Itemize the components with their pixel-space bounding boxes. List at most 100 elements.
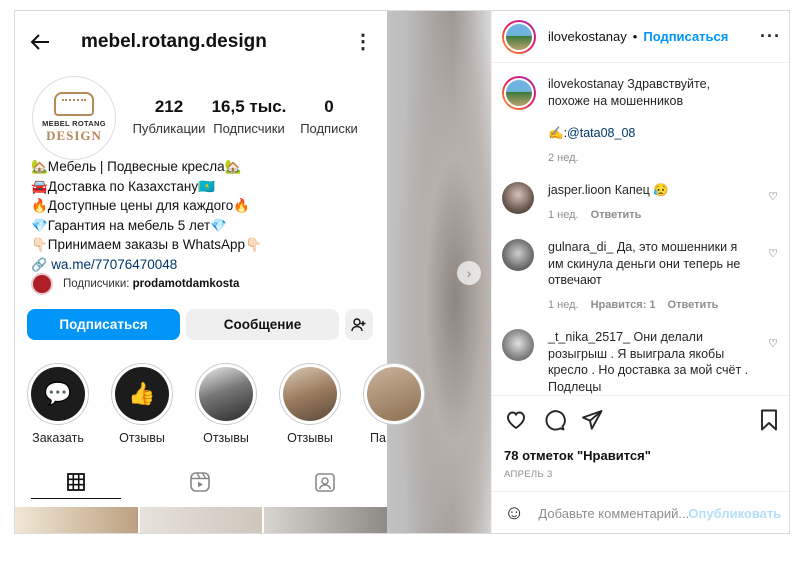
followed-by-name: prodamotdamkosta xyxy=(132,278,240,290)
caption-username[interactable]: ilovekostanay xyxy=(548,77,624,91)
stat-followers: 16,5 тыс. Подписчики xyxy=(209,97,289,136)
followed-by-prefix: Подписчики: xyxy=(63,278,133,290)
highlight-item: Отзывы xyxy=(195,363,257,445)
post-actions: 78 отметок "Нравится" АПРЕЛЬ 3 xyxy=(492,395,789,480)
highlight-item: 💬 Заказать xyxy=(27,363,89,445)
highlight-label: Заказать xyxy=(32,431,84,445)
grid-post-thumbnail xyxy=(264,507,388,533)
thumbs-up-icon: 👍 xyxy=(115,367,169,421)
highlight-label: Отзывы xyxy=(203,431,249,445)
highlight-photo xyxy=(367,367,421,421)
bio-line: 🔥Доступные цены для каждого🔥 xyxy=(31,198,251,213)
logo-text-line2: DESIGN xyxy=(46,128,102,143)
share-icon[interactable] xyxy=(580,408,604,432)
back-arrow-icon xyxy=(30,34,49,50)
link-icon: 🔗 xyxy=(31,256,48,272)
separator-dot: • xyxy=(632,29,638,44)
add-comment-bar: ☺ Опубликовать xyxy=(492,491,789,533)
highlight-item: 👍 Отзывы xyxy=(111,363,173,445)
grid-icon xyxy=(67,473,86,491)
instagram-post-frame: mebel.rotang.design ⋮ MEBEL ROTANG DESIG… xyxy=(14,10,790,534)
profile-top-bar: mebel.rotang.design ⋮ xyxy=(29,29,373,55)
profile-screenshot: mebel.rotang.design ⋮ MEBEL ROTANG DESIG… xyxy=(15,11,425,533)
follow-button[interactable]: Подписаться xyxy=(643,29,728,44)
tagged-icon xyxy=(314,473,335,492)
comment-input[interactable] xyxy=(538,506,689,521)
more-options-icon[interactable]: ··· xyxy=(760,26,781,47)
comment-text: Капец 😥 xyxy=(611,183,669,197)
profile-bio: 🏡Мебель | Подвесные кресла🏡 🚘Доставка по… xyxy=(31,157,381,274)
caption-avatar[interactable] xyxy=(502,76,536,110)
stat-followers-label: Подписчики xyxy=(213,121,285,136)
stat-posts-label: Публикации xyxy=(132,121,206,136)
active-tab-underline xyxy=(31,498,121,499)
comment-like-heart-icon[interactable]: ♡ xyxy=(768,337,778,350)
publish-button[interactable]: Опубликовать xyxy=(688,506,781,521)
stat-following-value: 0 xyxy=(324,97,334,116)
profile-follow-button: Подписаться xyxy=(27,309,180,340)
caption-time: 2 нед. xyxy=(548,151,579,164)
stat-following-label: Подписки xyxy=(300,121,358,136)
highlight-photo xyxy=(283,367,337,421)
comment-username[interactable]: gulnara_di_ xyxy=(548,240,613,254)
profile-message-button: Сообщение xyxy=(186,309,339,340)
caption-mention[interactable]: @tata08_08 xyxy=(567,126,635,140)
chat-bubbles-icon: 💬 xyxy=(31,367,85,421)
commenter-avatar[interactable] xyxy=(502,329,534,361)
bio-line: 🚘Доставка по Казахстану🇰🇿 xyxy=(31,178,215,194)
save-bookmark-icon[interactable] xyxy=(758,408,780,432)
profile-buttons: Подписаться Сообщение xyxy=(27,309,373,340)
story-highlights: 💬 Заказать 👍 Отзывы Отзывы Отзывы Па xyxy=(27,363,425,445)
post-date: АПРЕЛЬ 3 xyxy=(504,469,553,480)
commenter-avatar[interactable] xyxy=(502,239,534,271)
highlight-item: Па xyxy=(363,363,425,445)
comment-username[interactable]: _t_nika_2517_ xyxy=(548,330,630,344)
comment-item: gulnara_di_ Да, это мошенники я им скину… xyxy=(502,239,778,313)
grid-post-thumbnail xyxy=(15,507,138,533)
like-heart-icon[interactable] xyxy=(504,408,528,432)
posts-grid xyxy=(15,507,388,533)
commenter-avatar[interactable] xyxy=(502,182,534,214)
comment-icon[interactable] xyxy=(542,408,566,432)
bio-link: 🔗 wa.me/77076470048 xyxy=(31,255,381,275)
author-username[interactable]: ilovekostanay xyxy=(548,29,627,44)
followed-by-text: Подписчики: prodamotdamkosta xyxy=(63,278,239,290)
highlight-item: Отзывы xyxy=(279,363,341,445)
reply-link[interactable]: Ответить xyxy=(668,297,719,314)
highlight-label: Отзывы xyxy=(287,431,333,445)
comment-item: _t_nika_2517_ Они делали розыгрыш . Я вы… xyxy=(502,329,778,395)
post-side-panel: ilovekostanay • Подписаться ··· ilovekos… xyxy=(491,11,789,533)
bio-line: 🏡Мебель | Подвесные кресла🏡 xyxy=(31,159,242,174)
reels-icon xyxy=(190,472,210,492)
comment-likes[interactable]: Нравится: 1 xyxy=(591,297,656,314)
likes-count[interactable]: 78 отметок "Нравится" xyxy=(504,448,780,463)
stat-posts-value: 212 xyxy=(154,97,184,116)
add-person-icon xyxy=(345,309,373,340)
sofa-logo-icon xyxy=(54,92,94,116)
followed-by: Подписчики: prodamotdamkosta xyxy=(31,273,239,295)
caption-emoji: ✍️: xyxy=(548,126,568,140)
profile-username: mebel.rotang.design xyxy=(81,31,267,52)
comment-username[interactable]: jasper.lioon xyxy=(548,183,611,197)
highlight-photo xyxy=(199,367,253,421)
profile-avatar: MEBEL ROTANG DESIGN xyxy=(32,76,116,160)
highlight-label: Па xyxy=(370,431,386,445)
bio-line: 👇🏻Принимаем заказы в WhatsApp👇🏻 xyxy=(31,237,262,252)
comment-like-heart-icon[interactable]: ♡ xyxy=(768,190,778,203)
reply-link[interactable]: Ответить xyxy=(591,207,642,224)
comments-list[interactable]: ilovekostanay Здравствуйте, похоже на мо… xyxy=(492,64,789,395)
next-chevron-icon[interactable]: › xyxy=(457,261,481,285)
grid-post-thumbnail xyxy=(139,507,263,533)
follower-avatar xyxy=(31,273,53,295)
comment-time: 1 нед. xyxy=(548,208,579,221)
more-icon: ⋮ xyxy=(353,31,373,53)
profile-stats: 212 Публикации 16,5 тыс. Подписчики 0 По… xyxy=(129,97,369,136)
caption: ilovekostanay Здравствуйте, похоже на мо… xyxy=(502,76,778,166)
emoji-smile-icon[interactable]: ☺ xyxy=(504,502,524,525)
stat-following: 0 Подписки xyxy=(289,97,369,136)
author-avatar[interactable] xyxy=(502,19,536,54)
bio-line: 💎Гарантия на мебель 5 лет💎 xyxy=(31,217,227,233)
comment-like-heart-icon[interactable]: ♡ xyxy=(768,247,778,260)
logo-text-line1: MEBEL ROTANG xyxy=(42,119,106,128)
add-person-glyph xyxy=(351,317,366,331)
